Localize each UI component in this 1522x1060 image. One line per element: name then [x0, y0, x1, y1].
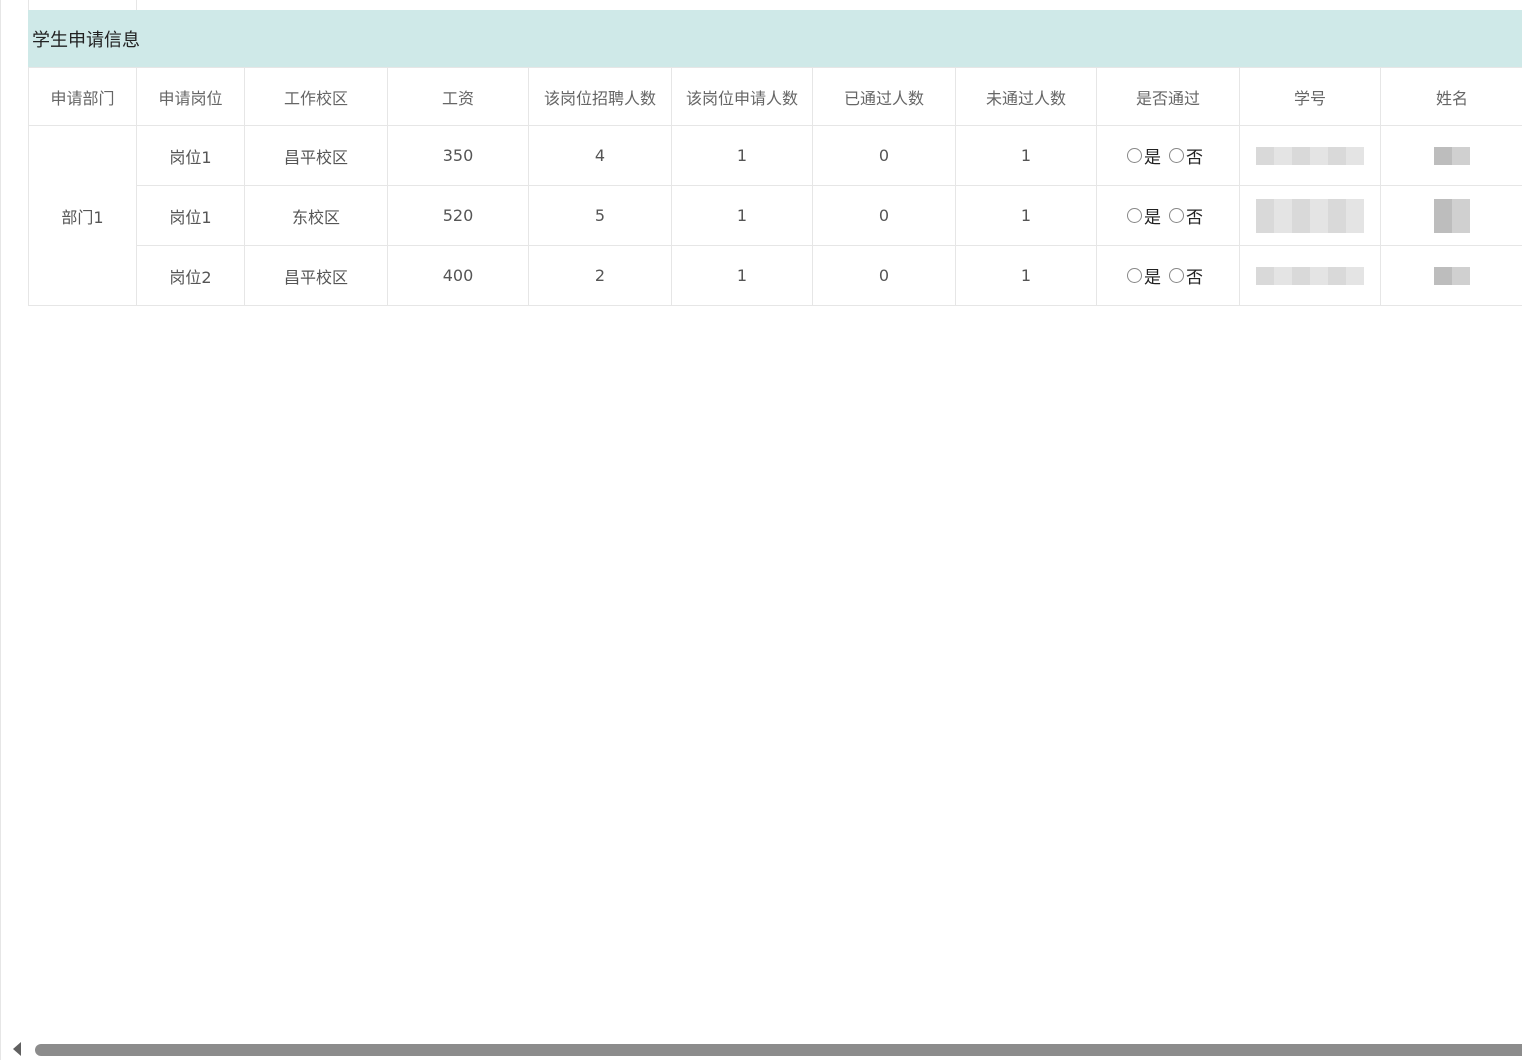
header-recruit-count: 该岗位招聘人数	[528, 67, 672, 126]
header-department: 申请部门	[28, 67, 137, 126]
approve-yes-option[interactable]: 是	[1127, 143, 1161, 168]
redacted-student-id	[1256, 147, 1364, 166]
apply-count-cell: 1	[671, 245, 813, 306]
page-frame: 学生申请信息 申请部门 申请岗位 工作校区 工资 该岗位招聘人数 该岗位申请人数…	[0, 0, 1522, 1060]
previous-table-edge	[28, 0, 1522, 10]
approve-no-label: 否	[1186, 208, 1203, 228]
department-cell: 部门1	[28, 125, 137, 306]
redacted-name	[1434, 198, 1470, 233]
student-applications-panel: 学生申请信息 申请部门 申请岗位 工作校区 工资 该岗位招聘人数 该岗位申请人数…	[28, 10, 1522, 306]
recruit-count-cell: 5	[528, 185, 672, 246]
approve-radio-group: 是 否	[1127, 203, 1209, 228]
apply-count-cell: 1	[671, 125, 813, 186]
student-id-cell	[1239, 245, 1381, 306]
salary-cell: 350	[387, 125, 529, 186]
header-campus: 工作校区	[244, 67, 388, 126]
apply-count-cell: 1	[671, 185, 813, 246]
table-row: 岗位2 昌平校区 400 2 1 0 1 是 否	[29, 245, 1522, 306]
column-divider	[136, 0, 137, 10]
approve-yes-label: 是	[1144, 268, 1161, 288]
scrollbar-thumb[interactable]	[35, 1044, 1522, 1056]
panel-title: 学生申请信息	[32, 29, 140, 51]
campus-cell: 东校区	[244, 185, 388, 246]
recruit-count-cell: 2	[528, 245, 672, 306]
scroll-left-arrow-icon[interactable]	[13, 1042, 21, 1056]
redacted-student-id	[1256, 267, 1364, 286]
redacted-student-id	[1256, 198, 1364, 233]
approve-yes-label: 是	[1144, 208, 1161, 228]
approve-cell: 是 否	[1096, 125, 1240, 186]
header-name: 姓名	[1380, 67, 1522, 126]
approve-radio-group: 是 否	[1127, 143, 1209, 168]
approve-yes-radio[interactable]	[1127, 208, 1142, 223]
redacted-name	[1434, 267, 1470, 286]
approve-yes-option[interactable]: 是	[1127, 263, 1161, 288]
header-student-id: 学号	[1239, 67, 1381, 126]
approve-no-label: 否	[1186, 148, 1203, 168]
position-cell: 岗位1	[136, 185, 245, 246]
student-id-cell	[1239, 185, 1381, 246]
header-salary: 工资	[387, 67, 529, 126]
table-row: 岗位1 东校区 520 5 1 0 1 是 否	[29, 185, 1522, 246]
header-position: 申请岗位	[136, 67, 245, 126]
approve-no-option[interactable]: 否	[1169, 143, 1203, 168]
campus-cell: 昌平校区	[244, 245, 388, 306]
position-cell: 岗位2	[136, 245, 245, 306]
approve-no-option[interactable]: 否	[1169, 203, 1203, 228]
passed-cell: 0	[812, 125, 956, 186]
approve-yes-label: 是	[1144, 148, 1161, 168]
applications-table: 申请部门 申请岗位 工作校区 工资 该岗位招聘人数 该岗位申请人数 已通过人数 …	[28, 67, 1522, 306]
approve-cell: 是 否	[1096, 185, 1240, 246]
approve-yes-radio[interactable]	[1127, 268, 1142, 283]
approve-yes-option[interactable]: 是	[1127, 203, 1161, 228]
redacted-name	[1434, 147, 1470, 166]
approve-no-label: 否	[1186, 268, 1203, 288]
panel-header: 学生申请信息	[28, 10, 1522, 67]
position-cell: 岗位1	[136, 125, 245, 186]
salary-cell: 400	[387, 245, 529, 306]
approve-radio-group: 是 否	[1127, 263, 1209, 288]
passed-cell: 0	[812, 185, 956, 246]
student-id-cell	[1239, 125, 1381, 186]
recruit-count-cell: 4	[528, 125, 672, 186]
not-passed-cell: 1	[955, 245, 1097, 306]
header-passed: 已通过人数	[812, 67, 956, 126]
passed-cell: 0	[812, 245, 956, 306]
header-not-passed: 未通过人数	[955, 67, 1097, 126]
name-cell	[1380, 125, 1522, 186]
approve-no-radio[interactable]	[1169, 268, 1184, 283]
approve-yes-radio[interactable]	[1127, 148, 1142, 163]
not-passed-cell: 1	[955, 125, 1097, 186]
campus-cell: 昌平校区	[244, 125, 388, 186]
approve-cell: 是 否	[1096, 245, 1240, 306]
salary-cell: 520	[387, 185, 529, 246]
not-passed-cell: 1	[955, 185, 1097, 246]
name-cell	[1380, 245, 1522, 306]
header-apply-count: 该岗位申请人数	[671, 67, 813, 126]
approve-no-radio[interactable]	[1169, 148, 1184, 163]
approve-no-option[interactable]: 否	[1169, 263, 1203, 288]
table-row: 部门1 岗位1 昌平校区 350 4 1 0 1 是 否	[28, 125, 1522, 306]
header-approve: 是否通过	[1096, 67, 1240, 126]
table-header-row: 申请部门 申请岗位 工作校区 工资 该岗位招聘人数 该岗位申请人数 已通过人数 …	[28, 67, 1522, 126]
name-cell	[1380, 185, 1522, 246]
approve-no-radio[interactable]	[1169, 208, 1184, 223]
horizontal-scrollbar[interactable]	[1, 1038, 1522, 1060]
